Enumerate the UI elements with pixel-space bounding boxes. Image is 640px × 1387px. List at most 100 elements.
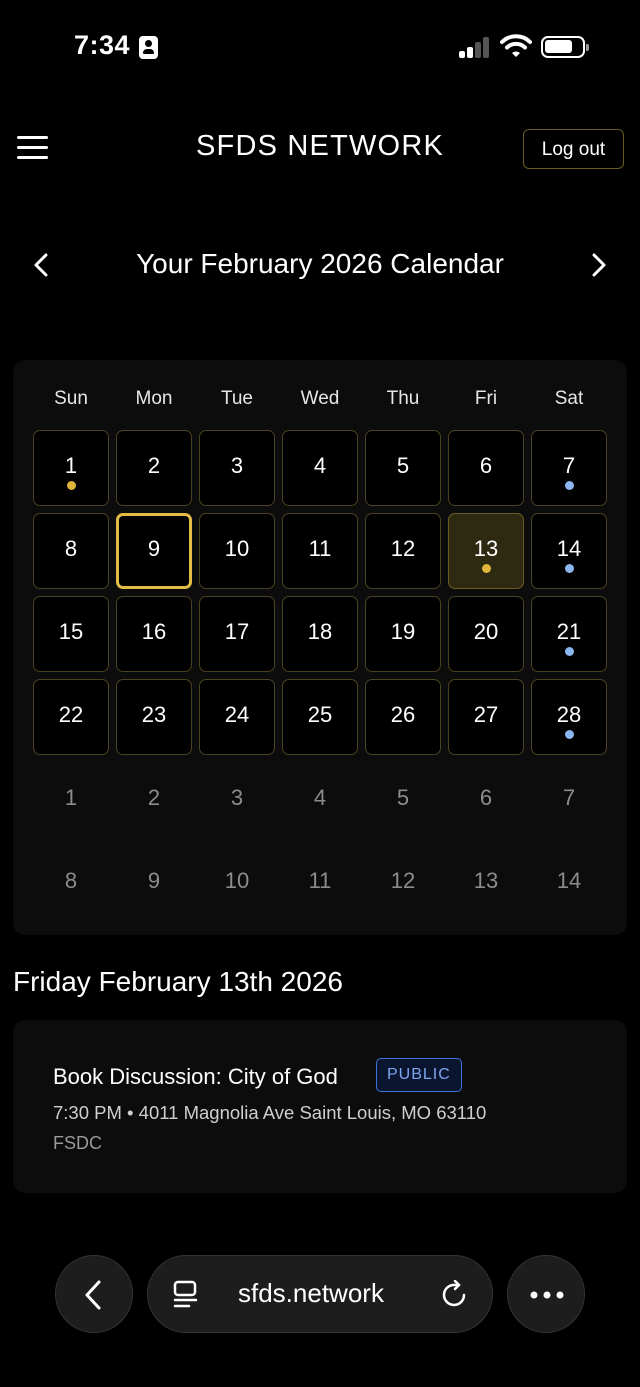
day-number: 11 (308, 536, 332, 561)
day-number: 5 (396, 453, 410, 478)
calendar-day-17[interactable]: 17 (199, 596, 275, 672)
day-number: 7 (562, 453, 576, 478)
calendar-day-3[interactable]: 3 (199, 430, 275, 506)
event-dot-blue (565, 481, 574, 490)
event-visibility-badge: PUBLIC (376, 1058, 462, 1092)
day-number: 4 (313, 453, 327, 478)
address-bar[interactable]: sfds.network (147, 1255, 493, 1333)
day-number: 15 (58, 619, 84, 644)
event-time-location: 7:30 PM • 4011 Magnolia Ave Saint Louis,… (53, 1102, 487, 1123)
calendar-day-8[interactable]: 8 (33, 513, 109, 589)
calendar-day-next-month[interactable]: 10 (199, 845, 275, 921)
tabs-icon[interactable] (172, 1280, 200, 1310)
calendar-day-next-month[interactable]: 6 (448, 762, 524, 838)
calendar-day-22[interactable]: 22 (33, 679, 109, 755)
weekday-label: Tue (220, 388, 254, 409)
day-number: 19 (390, 619, 416, 644)
battery-icon (541, 36, 589, 58)
calendar-day-next-month[interactable]: 13 (448, 845, 524, 921)
day-number: 20 (473, 619, 499, 644)
calendar-day-12[interactable]: 12 (365, 513, 441, 589)
chevron-right-icon[interactable] (588, 253, 610, 277)
event-dot-gold (482, 564, 491, 573)
calendar-day-next-month[interactable]: 4 (282, 762, 358, 838)
calendar-day-20[interactable]: 20 (448, 596, 524, 672)
calendar-day-28[interactable]: 28 (531, 679, 607, 755)
calendar-day-15[interactable]: 15 (33, 596, 109, 672)
calendar-day-23[interactable]: 23 (116, 679, 192, 755)
event-card[interactable]: Book Discussion: City of God PUBLIC 7:30… (13, 1020, 627, 1193)
weekday-label: Sat (554, 388, 584, 409)
status-time: 7:34 (74, 30, 131, 60)
back-button[interactable] (55, 1255, 133, 1333)
day-number: 12 (390, 536, 416, 561)
status-bar: 7:34 (0, 0, 640, 95)
day-number: 24 (224, 702, 250, 727)
reload-icon[interactable] (440, 1280, 470, 1310)
calendar-day-next-month[interactable]: 11 (282, 845, 358, 921)
more-icon (530, 1291, 564, 1299)
calendar-day-1[interactable]: 1 (33, 430, 109, 506)
calendar-day-next-month[interactable]: 14 (531, 845, 607, 921)
logout-button[interactable]: Log out (523, 129, 624, 169)
calendar-day-11[interactable]: 11 (282, 513, 358, 589)
calendar-day-14[interactable]: 14 (531, 513, 607, 589)
url-text[interactable]: sfds.network (238, 1278, 384, 1309)
day-number: 25 (307, 702, 333, 727)
calendar-day-19[interactable]: 19 (365, 596, 441, 672)
calendar-day-21[interactable]: 21 (531, 596, 607, 672)
event-organizer: FSDC (53, 1133, 102, 1153)
weekday-label: Fri (474, 388, 498, 409)
calendar-day-5[interactable]: 5 (365, 430, 441, 506)
calendar-day-16[interactable]: 16 (116, 596, 192, 672)
calendar-day-next-month[interactable]: 3 (199, 762, 275, 838)
day-number: 14 (556, 536, 582, 561)
calendar-day-next-month[interactable]: 1 (33, 762, 109, 838)
back-icon (85, 1280, 101, 1310)
calendar-day-6[interactable]: 6 (448, 430, 524, 506)
event-dot-blue (565, 564, 574, 573)
more-button[interactable] (507, 1255, 585, 1333)
event-title[interactable]: Book Discussion: City of God (53, 1064, 338, 1090)
contact-badge-icon (139, 36, 158, 59)
calendar-day-next-month[interactable]: 8 (33, 845, 109, 921)
calendar-title: Your February 2026 Calendar (136, 248, 504, 279)
day-number: 18 (307, 619, 333, 644)
calendar-day-next-month[interactable]: 7 (531, 762, 607, 838)
day-number: 2 (147, 453, 161, 478)
day-number: 6 (479, 453, 493, 478)
calendar-day-next-month[interactable]: 12 (365, 845, 441, 921)
calendar-day-27[interactable]: 27 (448, 679, 524, 755)
day-number: 8 (64, 536, 78, 561)
day-number: 13 (473, 536, 499, 561)
calendar-nav: Your February 2026 Calendar (0, 245, 640, 285)
calendar-day-25[interactable]: 25 (282, 679, 358, 755)
calendar-day-18[interactable]: 18 (282, 596, 358, 672)
calendar-day-24[interactable]: 24 (199, 679, 275, 755)
calendar-day-2[interactable]: 2 (116, 430, 192, 506)
calendar-day-7[interactable]: 7 (531, 430, 607, 506)
calendar-day-13[interactable]: 13 (448, 513, 524, 589)
calendar-grid: Sun Mon Tue Wed Thu Fri Sat 1 2 3 4 5 6 7 8 9 10 11 12 13 1… (13, 360, 627, 935)
calendar-day-next-month[interactable]: 5 (365, 762, 441, 838)
calendar-day-4[interactable]: 4 (282, 430, 358, 506)
calendar-day-10[interactable]: 10 (199, 513, 275, 589)
calendar-day-next-month[interactable]: 9 (116, 845, 192, 921)
cellular-signal-icon (459, 36, 491, 58)
day-number: 28 (556, 702, 582, 727)
day-number: 26 (390, 702, 416, 727)
calendar-day-26[interactable]: 26 (365, 679, 441, 755)
calendar-day-next-month[interactable]: 2 (116, 762, 192, 838)
day-number: 23 (141, 702, 167, 727)
day-number: 1 (64, 453, 78, 478)
weekday-label: Mon (135, 388, 173, 409)
wifi-icon (500, 34, 532, 57)
day-number: 16 (141, 619, 167, 644)
weekday-label: Wed (300, 388, 340, 409)
calendar-day-9[interactable]: 9 (116, 513, 192, 589)
day-number: 27 (473, 702, 499, 727)
day-number: 22 (58, 702, 84, 727)
weekday-label: Sun (54, 388, 88, 409)
selected-date-heading: Friday February 13th 2026 (13, 966, 343, 997)
day-number: 17 (224, 619, 250, 644)
